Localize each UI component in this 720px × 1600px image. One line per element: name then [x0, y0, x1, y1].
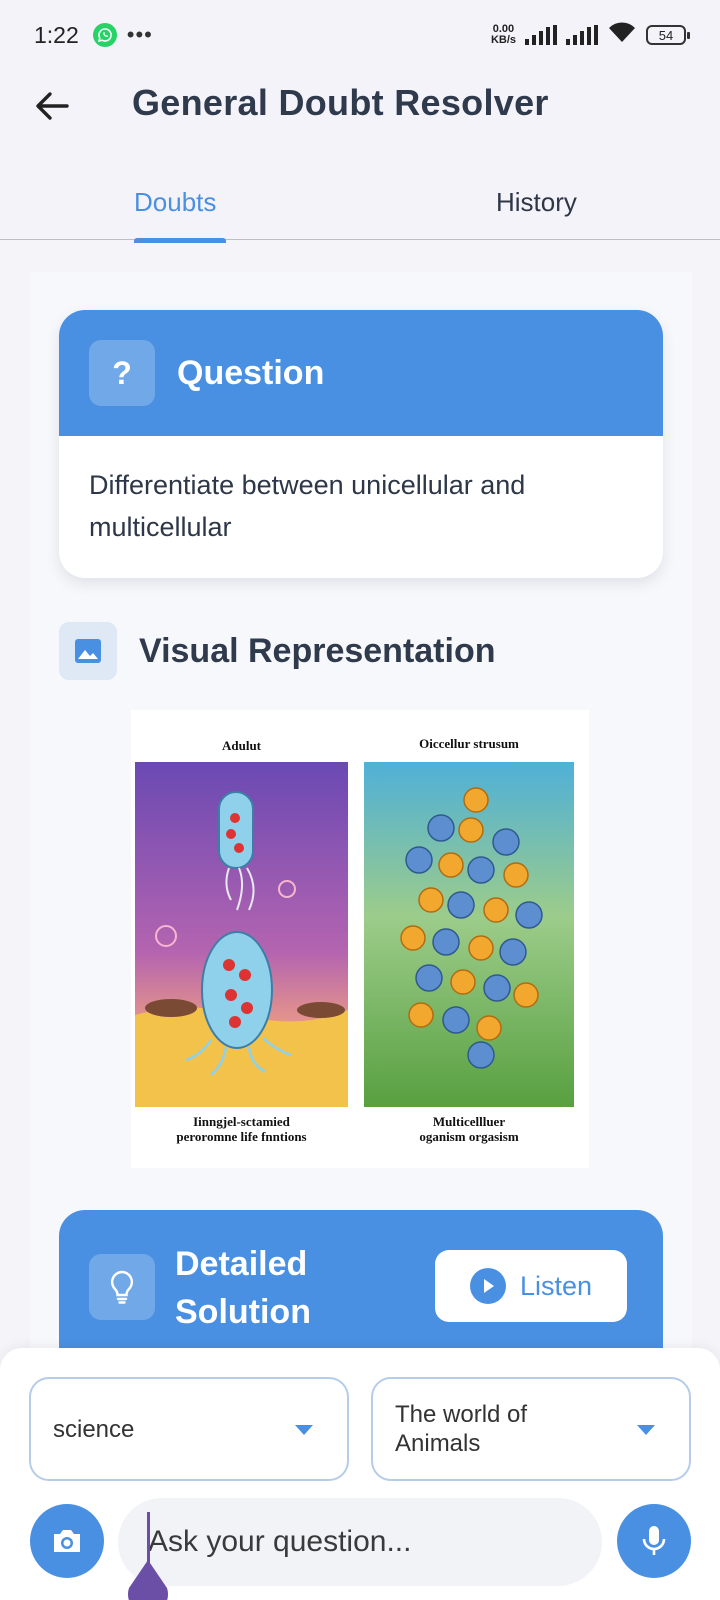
- more-icon: •••: [126, 22, 153, 47]
- solution-heading-line: Solution: [175, 1293, 311, 1331]
- chevron-down-icon: [295, 1425, 313, 1435]
- net-speed: 0.00 KB/s: [491, 24, 516, 46]
- question-card-header: ? Question: [59, 310, 663, 436]
- camera-button[interactable]: [30, 1504, 104, 1578]
- whatsapp-icon: [92, 23, 117, 47]
- image-icon: [59, 622, 117, 680]
- chevron-down-icon: [637, 1425, 655, 1435]
- question-input[interactable]: [118, 1498, 602, 1586]
- lightbulb-icon: [89, 1254, 155, 1320]
- page-title: General Doubt Resolver: [132, 82, 549, 123]
- question-heading: Question: [177, 353, 325, 392]
- doubt-content[interactable]: ? Question Differentiate between unicell…: [30, 272, 692, 1352]
- microphone-icon: [642, 1526, 666, 1555]
- left-panel-caption: Iinngjel-sctamied peroromne life fnntion…: [135, 1114, 348, 1144]
- camera-icon: [54, 1530, 80, 1552]
- status-time: 1:22: [34, 21, 79, 48]
- status-bar: 1:22 ••• 0.00 KB/s 54: [0, 0, 720, 70]
- signal-icon: [566, 25, 598, 45]
- question-text: Differentiate between unicellular and mu…: [89, 470, 526, 542]
- topic-value-line: The world of: [395, 1401, 528, 1428]
- back-button[interactable]: [30, 84, 74, 128]
- signal-icon: [525, 25, 557, 45]
- wifi-icon: [607, 21, 637, 49]
- visual-section-header: Visual Representation: [59, 622, 496, 680]
- right-caption-line: oganism orgasism: [419, 1129, 519, 1144]
- battery-level: 54: [658, 27, 674, 43]
- microphone-button[interactable]: [617, 1504, 691, 1578]
- left-caption-line: Iinngjel-sctamied: [193, 1114, 290, 1129]
- net-speed-unit: KB/s: [490, 34, 516, 46]
- solution-card: Detailed Solution Listen: [59, 1210, 663, 1352]
- visual-heading: Visual Representation: [139, 631, 496, 670]
- app-header: General Doubt Resolver Doubts History: [0, 70, 720, 243]
- listen-label: Listen: [519, 1270, 593, 1301]
- text-selection-handle[interactable]: [127, 1560, 169, 1600]
- right-caption-line: Multicellluer: [432, 1114, 506, 1129]
- question-card: ? Question Differentiate between unicell…: [59, 310, 663, 578]
- arrow-left-icon: [36, 92, 69, 120]
- right-panel-caption: Multicellluer oganism orgasism: [364, 1114, 574, 1144]
- tab-doubts[interactable]: Doubts: [134, 182, 216, 222]
- topic-dropdown[interactable]: The world of Animals: [371, 1377, 691, 1481]
- subject-dropdown[interactable]: science: [29, 1377, 349, 1481]
- visual-illustration[interactable]: Adulut Oiccellur strusum Iinngjel-sctami…: [131, 710, 589, 1168]
- solution-heading: Detailed Solution: [175, 1240, 355, 1336]
- subject-value: science: [53, 1415, 135, 1443]
- play-icon: [469, 1268, 506, 1304]
- text-cursor: [147, 1512, 150, 1564]
- question-input-panel: science The world of Animals: [0, 1348, 720, 1600]
- left-caption-line: peroromne life fnntions: [176, 1129, 307, 1144]
- solution-heading-line: Detailed: [175, 1245, 308, 1283]
- active-tab-indicator: [134, 238, 226, 243]
- right-panel-title: Oiccellur strusum: [419, 736, 519, 751]
- battery-icon: 54: [646, 25, 690, 45]
- cell-illustration-image: [135, 762, 574, 1107]
- topic-value-line: Animals: [395, 1430, 481, 1457]
- tab-history[interactable]: History: [496, 182, 577, 222]
- listen-button[interactable]: Listen: [435, 1250, 627, 1322]
- left-panel-title: Adulut: [221, 738, 262, 753]
- question-mark-icon: ?: [89, 340, 155, 406]
- topic-value: The world of Animals: [395, 1400, 527, 1458]
